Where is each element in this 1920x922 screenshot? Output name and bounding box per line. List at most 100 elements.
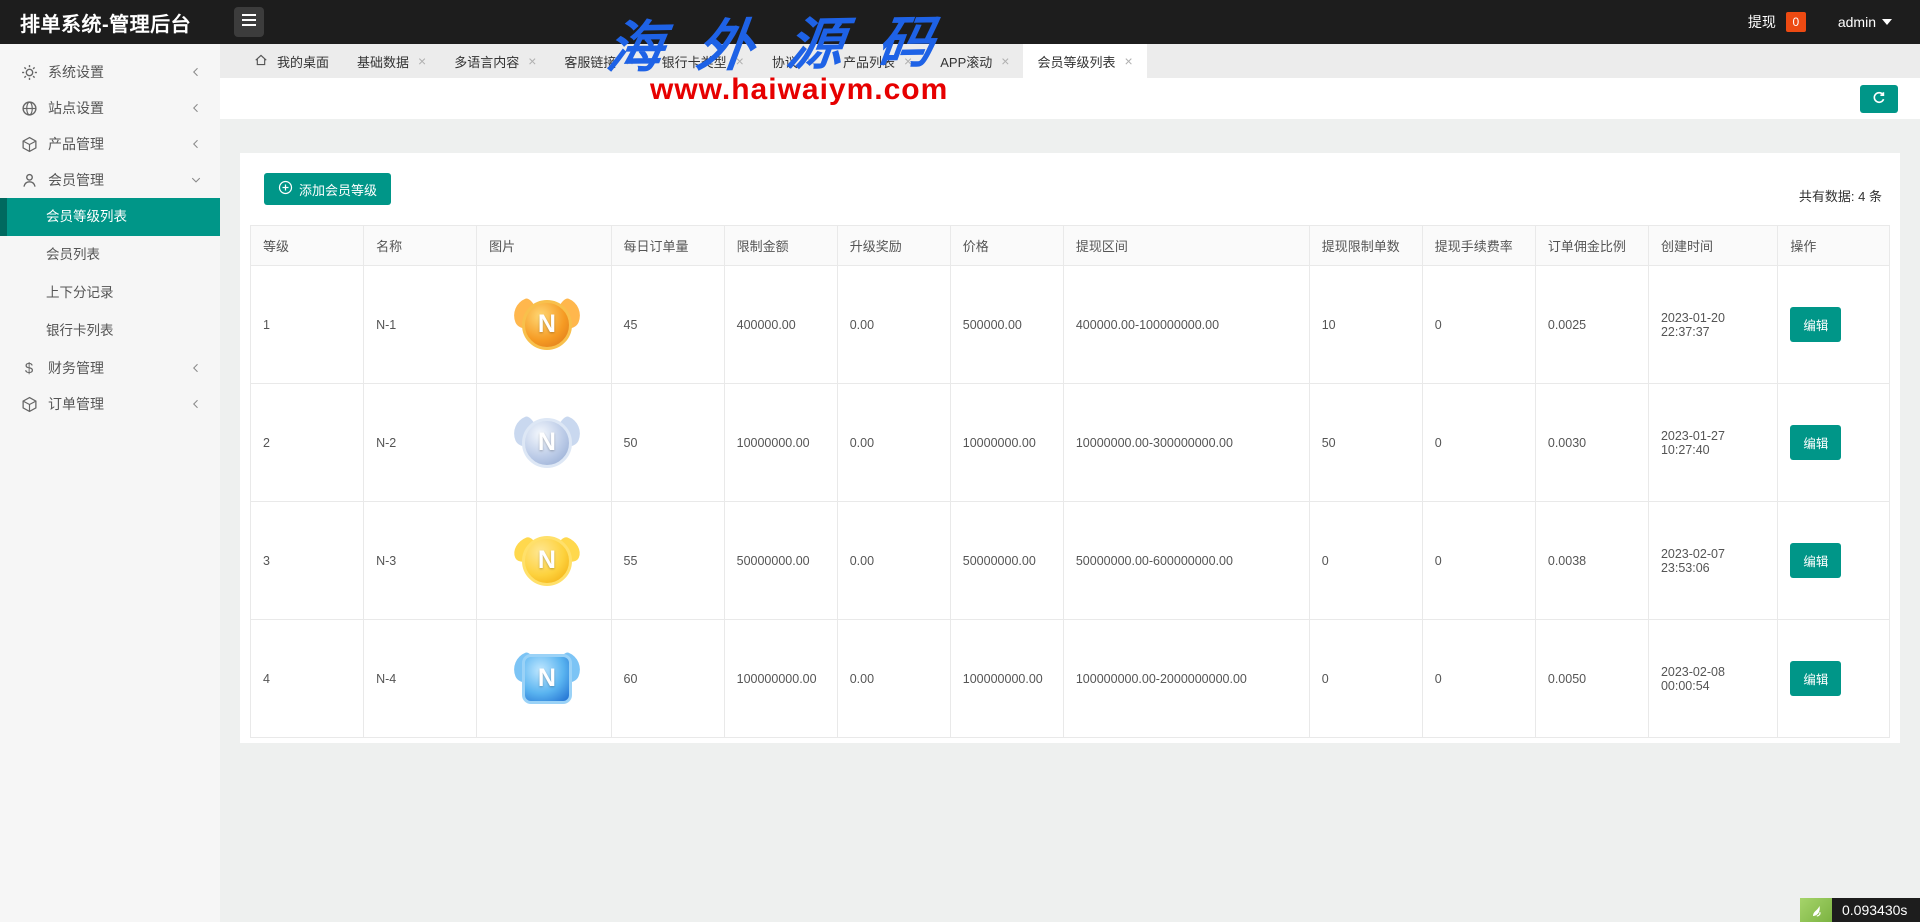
sidebar-item-label: 产品管理 [48, 134, 190, 154]
close-icon[interactable]: × [807, 54, 815, 68]
main-area: 我的桌面 基础数据 × 多语言内容 × 客服链接 × 银行卡类型 × 协议 × … [220, 44, 1920, 922]
cell-price: 50000000.00 [950, 502, 1063, 620]
table-row: 2 N-2 N 50 10000000.00 0.00 10000000.00 … [251, 384, 1890, 502]
col-header-level: 等级 [251, 226, 364, 266]
tool-strip [220, 78, 1920, 119]
member-level-table: 等级 名称 图片 每日订单量 限制金额 升级奖励 价格 提现区间 提现限制单数 … [250, 225, 1890, 738]
sidebar-toggle-button[interactable] [234, 7, 264, 37]
edit-button[interactable]: 编辑 [1790, 543, 1841, 578]
order-box-icon [20, 395, 38, 413]
cell-image: N [477, 266, 611, 384]
tab-customer-service-link[interactable]: 客服链接 × [550, 44, 647, 78]
close-icon[interactable]: × [736, 54, 744, 68]
badge-letter: N [522, 654, 572, 704]
col-header-name: 名称 [364, 226, 477, 266]
cell-limit-amount: 10000000.00 [724, 384, 837, 502]
tab-my-desktop[interactable]: 我的桌面 [240, 44, 343, 78]
refresh-button[interactable] [1860, 85, 1898, 113]
sidebar-item-site-settings[interactable]: 站点设置 [0, 90, 220, 126]
table-row: 1 N-1 N 45 400000.00 0.00 500000.00 4000… [251, 266, 1890, 384]
close-icon[interactable]: × [1001, 54, 1009, 68]
cell-limit-amount: 400000.00 [724, 266, 837, 384]
execution-time-text: 0.093430s [1832, 898, 1920, 922]
cell-name: N-2 [364, 384, 477, 502]
col-header-image: 图片 [477, 226, 611, 266]
total-count-text: 共有数据: 4 条 [1799, 186, 1886, 205]
cell-withdraw-fee-rate: 0 [1422, 502, 1535, 620]
cell-withdraw-range: 50000000.00-600000000.00 [1063, 502, 1309, 620]
dollar-icon: $ [20, 359, 38, 377]
tab-bankcard-type[interactable]: 银行卡类型 × [648, 44, 758, 78]
cell-upgrade-reward: 0.00 [837, 502, 950, 620]
withdraw-link[interactable]: 提现 [1748, 12, 1776, 32]
close-icon[interactable]: × [528, 54, 536, 68]
sidebar-item-finance-management[interactable]: $ 财务管理 [0, 350, 220, 386]
tab-basic-data[interactable]: 基础数据 × [343, 44, 440, 78]
tab-member-level-list[interactable]: 会员等级列表 × [1023, 44, 1146, 78]
caret-down-icon [1882, 19, 1892, 25]
card-toolbar: 添加会员等级 共有数据: 4 条 [250, 173, 1890, 205]
add-button-label: 添加会员等级 [299, 180, 377, 199]
hamburger-icon [241, 13, 257, 32]
col-header-created-at: 创建时间 [1648, 226, 1777, 266]
member-level-card: 添加会员等级 共有数据: 4 条 等级 名称 图片 每日订单量 限制金额 升级奖… [240, 153, 1900, 743]
chevron-down-icon [190, 174, 202, 186]
sidebar-subitem-member-level-list[interactable]: 会员等级列表 [0, 198, 220, 236]
cell-order-commission-rate: 0.0038 [1535, 502, 1648, 620]
col-header-withdraw-limit-count: 提现限制单数 [1309, 226, 1422, 266]
tab-agreement[interactable]: 协议 × [758, 44, 829, 78]
col-header-limit-amount: 限制金额 [724, 226, 837, 266]
badge-letter: N [522, 418, 572, 468]
tab-product-list[interactable]: 产品列表 × [829, 44, 926, 78]
sidebar-subitem-bankcard-list[interactable]: 银行卡列表 [0, 312, 220, 350]
tab-label: 会员等级列表 [1037, 52, 1115, 71]
cell-image: N [477, 384, 611, 502]
thinkphp-logo-icon[interactable] [1800, 898, 1832, 922]
withdraw-count-badge[interactable]: 0 [1786, 12, 1806, 32]
cell-created-at: 2023-01-20 22:37:37 [1648, 266, 1777, 384]
table-row: 4 N-4 N 60 100000000.00 0.00 100000000.0… [251, 620, 1890, 738]
cell-price: 500000.00 [950, 266, 1063, 384]
tab-multilanguage[interactable]: 多语言内容 × [440, 44, 550, 78]
sidebar-item-product-management[interactable]: 产品管理 [0, 126, 220, 162]
cell-actions: 编辑 [1778, 266, 1890, 384]
tab-label: 客服链接 [564, 52, 616, 71]
cell-withdraw-limit-count: 0 [1309, 502, 1422, 620]
cell-image: N [477, 502, 611, 620]
close-icon[interactable]: × [904, 54, 912, 68]
sidebar-item-order-management[interactable]: 订单管理 [0, 386, 220, 422]
close-icon[interactable]: × [1124, 54, 1132, 68]
cell-level: 4 [251, 620, 364, 738]
cell-level: 2 [251, 384, 364, 502]
edit-button[interactable]: 编辑 [1790, 307, 1841, 342]
cell-actions: 编辑 [1778, 502, 1890, 620]
sidebar-item-label: 财务管理 [48, 358, 190, 378]
edit-button[interactable]: 编辑 [1790, 661, 1841, 696]
tab-label: 银行卡类型 [662, 52, 727, 71]
tab-app-scroll[interactable]: APP滚动 × [926, 44, 1023, 78]
cell-name: N-3 [364, 502, 477, 620]
close-icon[interactable]: × [625, 54, 633, 68]
close-icon[interactable]: × [418, 54, 426, 68]
plus-circle-icon [278, 180, 293, 198]
sidebar-item-member-management[interactable]: 会员管理 [0, 162, 220, 198]
add-member-level-button[interactable]: 添加会员等级 [264, 173, 391, 205]
sidebar-item-system-settings[interactable]: 系统设置 [0, 54, 220, 90]
cell-order-commission-rate: 0.0025 [1535, 266, 1648, 384]
tab-label: 协议 [772, 52, 798, 71]
col-header-price: 价格 [950, 226, 1063, 266]
header-right: 提现 0 admin [1748, 12, 1920, 32]
cell-withdraw-range: 400000.00-100000000.00 [1063, 266, 1309, 384]
cell-daily-orders: 60 [611, 620, 724, 738]
cell-level: 1 [251, 266, 364, 384]
sidebar-item-label: 系统设置 [48, 62, 190, 82]
sidebar-subitem-member-list[interactable]: 会员列表 [0, 236, 220, 274]
cell-order-commission-rate: 0.0050 [1535, 620, 1648, 738]
cell-level: 3 [251, 502, 364, 620]
app-title: 排单系统-管理后台 [0, 8, 220, 37]
cell-withdraw-fee-rate: 0 [1422, 620, 1535, 738]
edit-button[interactable]: 编辑 [1790, 425, 1841, 460]
sidebar-subitem-score-records[interactable]: 上下分记录 [0, 274, 220, 312]
sidebar-item-label: 会员管理 [48, 170, 190, 190]
user-menu[interactable]: admin [1838, 14, 1892, 30]
